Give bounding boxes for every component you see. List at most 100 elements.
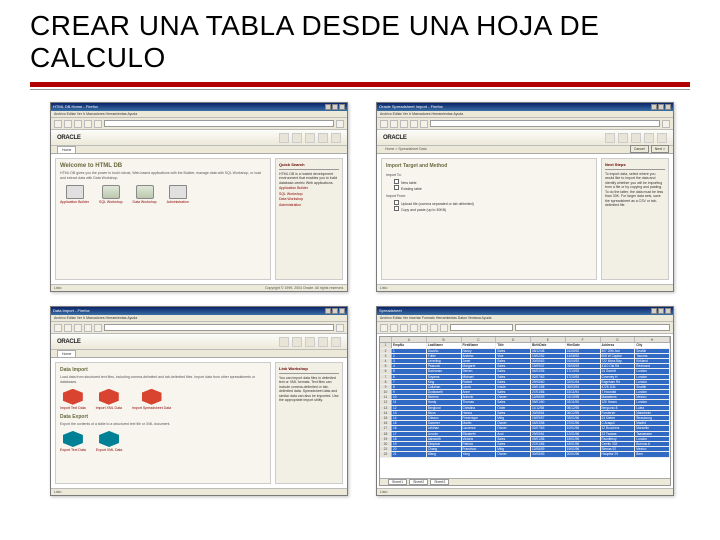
radio-icon (394, 185, 399, 190)
next-button: Next > (651, 145, 669, 153)
address-bar (430, 120, 660, 127)
tab-home: Home (57, 350, 76, 357)
browser-toolbar (51, 322, 347, 334)
side-panel: Link Workshop You can import data files … (275, 362, 343, 484)
status-bar: Listo Copyright © 1999, 2004 Oracle. All… (51, 284, 347, 291)
browser-toolbar (377, 118, 673, 130)
paste-icon (440, 324, 448, 332)
reload-icon (74, 324, 82, 332)
tab-strip: Home (51, 146, 347, 154)
browser-menu: Archivo Editar Ver Ir Marcadores Herrami… (377, 111, 673, 118)
back-icon (380, 120, 388, 128)
hdr-icon (618, 133, 628, 143)
main-panel: Import Target and Method Import To: New … (381, 158, 597, 280)
import-heading: Import Target and Method (386, 163, 592, 169)
tab-strip: Home (51, 350, 347, 358)
browser-menu: Archivo Editar Ver Ir Marcadores Herrami… (51, 315, 347, 322)
window-titlebar: Oracle Spreadsheet Import - Firefox (377, 103, 673, 111)
home-icon (94, 120, 102, 128)
fwd-icon (390, 120, 398, 128)
sheet-tab: Sheet1 (388, 479, 407, 485)
hdr-icon (605, 133, 615, 143)
sql-workshop-icon: SQL Workshop (99, 185, 123, 204)
side-header: Next Steps (605, 162, 665, 169)
hdr-icon (292, 133, 302, 143)
stop-icon (84, 120, 92, 128)
go-icon (336, 324, 344, 332)
import-spreadsheet-icon: Import Spreadsheet Data (132, 389, 171, 410)
max-icon (332, 104, 338, 110)
hdr-icon (279, 133, 289, 143)
cut-icon (420, 324, 428, 332)
admin-icon: Administration (167, 185, 189, 204)
fwd-icon (64, 120, 72, 128)
side-link: SQL Workshop (279, 192, 339, 197)
app-toolbar (377, 322, 673, 334)
formula-bar (515, 324, 670, 331)
save-icon (400, 324, 408, 332)
slide-title: CREAR UNA TABLA DESDE UNA HOJA DE CALCUL… (30, 10, 690, 74)
side-link: Data Workshop (279, 197, 339, 202)
window-title: Spreadsheet (379, 307, 402, 315)
screenshot-2: Oracle Spreadsheet Import - Firefox Arch… (376, 102, 674, 292)
side-text: To import data, select where you would l… (605, 172, 665, 208)
side-header: Link Workshop (279, 366, 339, 373)
min-icon (325, 308, 331, 314)
status-bar: Listo (51, 488, 347, 495)
window-title: Data Import - Firefox (53, 307, 90, 315)
hdr-icon (305, 337, 315, 347)
welcome-text: HTML DB gives you the power to build rob… (60, 171, 266, 179)
main-panel: Welcome to HTML DB HTML DB gives you the… (55, 158, 271, 280)
status-bar: Listo (377, 488, 673, 495)
screenshot-grid: HTML DB Home - Firefox Archivo Editar Ve… (30, 102, 690, 496)
cancel-button: Cancel (630, 145, 649, 153)
close-icon (339, 308, 345, 314)
side-panel: Quick Search HTML DB is a hosted develop… (275, 158, 343, 280)
oracle-header: ORACLE (51, 334, 347, 350)
go-icon (662, 120, 670, 128)
window-titlebar: Data Import - Firefox (51, 307, 347, 315)
reload-icon (74, 120, 82, 128)
go-icon (336, 120, 344, 128)
import-xml-icon: Import XML Data (96, 389, 122, 410)
back-icon (54, 324, 62, 332)
window-titlebar: Spreadsheet (377, 307, 673, 315)
close-icon (339, 104, 345, 110)
print-icon (410, 324, 418, 332)
table-row: 2221WangYangOwner30/08/6320/01/96Hauptst… (380, 452, 670, 457)
hdr-icon (331, 133, 341, 143)
min-icon (651, 308, 657, 314)
oracle-header: ORACLE (377, 130, 673, 146)
side-panel: Next Steps To import data, select where … (601, 158, 669, 280)
oracle-logo: ORACLE (57, 135, 81, 141)
side-header: Quick Search (279, 162, 339, 169)
side-text: HTML DB is a hosted development environm… (279, 172, 339, 186)
title-underline (30, 82, 690, 87)
fwd-icon (64, 324, 72, 332)
title-thinline (30, 89, 690, 90)
radio-icon (394, 200, 399, 205)
screenshot-3: Data Import - Firefox Archivo Editar Ver… (50, 306, 348, 496)
tab-home: Home (57, 146, 76, 153)
hdr-icon (631, 133, 641, 143)
screenshot-4: Spreadsheet Archivo Editar Ver Insertar … (376, 306, 674, 496)
stop-icon (410, 120, 418, 128)
hdr-icon (657, 133, 667, 143)
data-export-heading: Data Export (60, 414, 266, 420)
sheet-tabs: Sheet1 Sheet2 Sheet3 (380, 478, 670, 485)
name-box (450, 324, 513, 331)
main-panel: Data Import Load data from structured te… (55, 362, 271, 484)
hdr-icon (292, 337, 302, 347)
max-icon (658, 104, 664, 110)
radio-icon (394, 179, 399, 184)
hdr-icon (305, 133, 315, 143)
address-bar (104, 120, 334, 127)
browser-menu: Archivo Editar Ver Ir Marcadores Herrami… (51, 111, 347, 118)
side-text: You can import data files in delimited t… (279, 376, 339, 403)
data-workshop-icon: Data Workshop (133, 185, 157, 204)
breadcrumb: Home > Spreadsheet Data (383, 145, 427, 153)
import-text-icon: Import Text Data (60, 389, 86, 410)
window-titlebar: HTML DB Home - Firefox (51, 103, 347, 111)
browser-toolbar (51, 118, 347, 130)
data-import-text: Load data from structured text files, in… (60, 375, 266, 383)
